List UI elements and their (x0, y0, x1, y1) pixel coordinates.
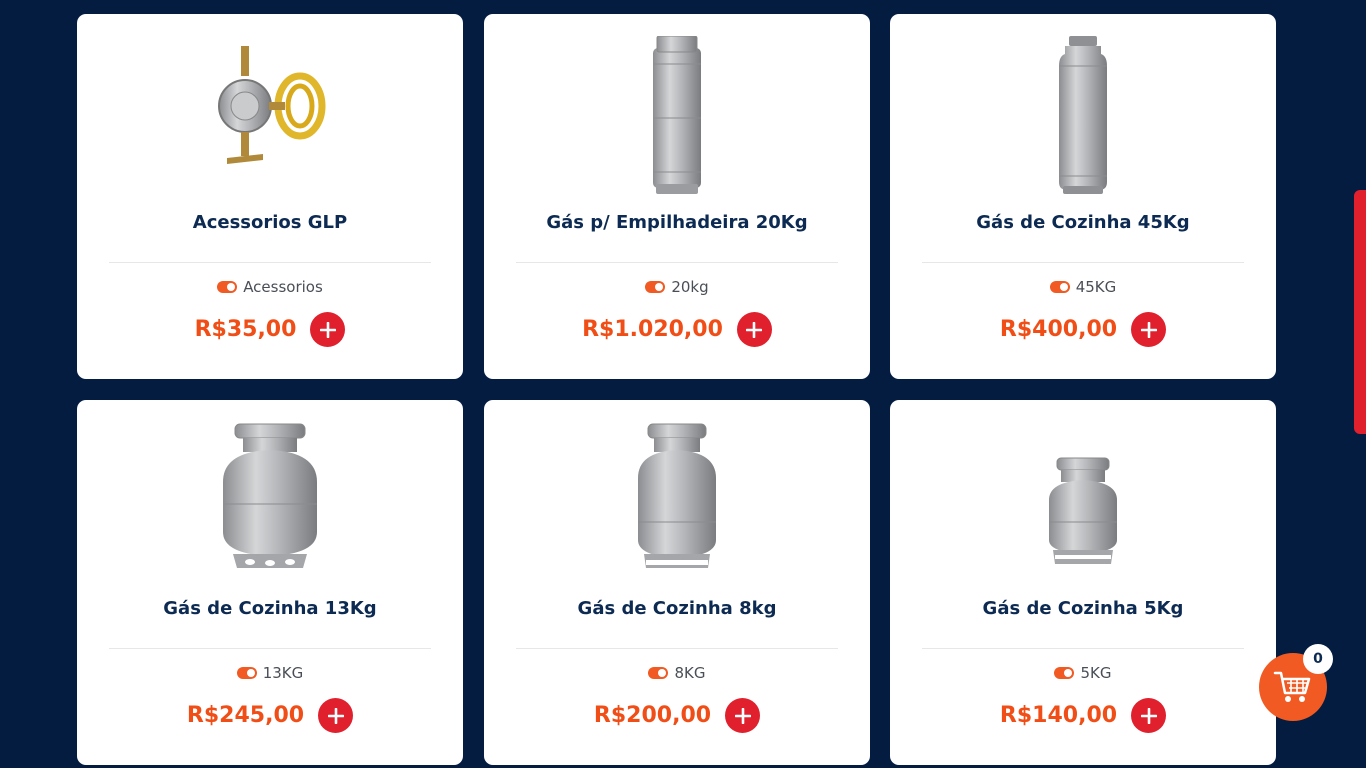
divider (516, 262, 838, 263)
add-to-cart-button[interactable] (310, 312, 346, 347)
product-title: Gás de Cozinha 45Kg (976, 212, 1190, 233)
add-to-cart-button[interactable] (725, 698, 761, 733)
product-category: 8KG (484, 664, 870, 682)
toggle-icon (1054, 667, 1075, 679)
divider (109, 648, 431, 649)
add-to-cart-button[interactable] (736, 312, 772, 347)
toggle-icon (1049, 281, 1070, 293)
product-card[interactable]: Gás de Cozinha 45Kg 45KG R$400,00 (890, 14, 1276, 379)
product-image (484, 422, 870, 592)
product-title: Gás de Cozinha 8kg (577, 598, 777, 619)
product-title: Gás de Cozinha 13Kg (163, 598, 377, 619)
product-card[interactable]: Gás de Cozinha 8kg 8KG R$200,00 (484, 400, 870, 765)
add-to-cart-button[interactable] (1131, 698, 1167, 733)
toggle-icon (645, 281, 666, 293)
product-card[interactable]: Gás p/ Empilhadeira 20Kg 20kg R$1.020,00 (484, 14, 870, 379)
product-image (77, 36, 463, 206)
category-label: 13KG (262, 664, 304, 682)
product-grid: Acessorios GLP Acessorios R$35,00 Gás p/ (0, 0, 1366, 768)
plus-icon (734, 707, 751, 724)
toggle-icon (236, 667, 257, 679)
cart-count-badge: 0 (1303, 644, 1333, 674)
cylinder-13kg-icon (223, 423, 317, 568)
price-row: R$140,00 (890, 698, 1276, 733)
plus-icon (1140, 321, 1157, 338)
product-image (890, 422, 1276, 592)
divider (922, 262, 1244, 263)
gas-regulator-hose-icon (218, 46, 326, 164)
divider (109, 262, 431, 263)
shopping-cart-icon (1273, 671, 1311, 702)
plus-icon (319, 321, 336, 338)
price-row: R$35,00 (77, 312, 463, 347)
product-category: 45KG (890, 278, 1276, 296)
plus-icon (1140, 707, 1157, 724)
product-price: R$140,00 (999, 703, 1118, 728)
cylinder-8kg-icon (638, 423, 716, 568)
product-card[interactable]: Gás de Cozinha 5Kg 5KG R$140,00 (890, 400, 1276, 765)
product-image (484, 36, 870, 206)
plus-icon (327, 707, 344, 724)
product-image (77, 422, 463, 592)
product-category: 20kg (484, 278, 870, 296)
forklift-cylinder-icon (653, 36, 701, 194)
scrollbar[interactable] (1354, 0, 1366, 768)
add-to-cart-button[interactable] (318, 698, 354, 733)
product-title: Acessorios GLP (192, 212, 348, 233)
product-title: Gás p/ Empilhadeira 20Kg (546, 212, 808, 233)
product-price: R$1.020,00 (582, 317, 723, 342)
product-category: 5KG (890, 664, 1276, 682)
toggle-icon (217, 281, 238, 293)
product-title: Gás de Cozinha 5Kg (982, 598, 1184, 619)
category-label: 20kg (671, 278, 709, 296)
product-image (890, 36, 1276, 206)
product-price: R$400,00 (999, 317, 1118, 342)
product-price: R$200,00 (593, 703, 712, 728)
scrollbar-thumb[interactable] (1354, 190, 1366, 434)
category-label: 45KG (1075, 278, 1117, 296)
category-label: Acessorios (243, 278, 323, 296)
price-row: R$200,00 (484, 698, 870, 733)
add-to-cart-button[interactable] (1131, 312, 1167, 347)
product-category: Acessorios (77, 278, 463, 296)
product-price: R$245,00 (186, 703, 305, 728)
toggle-icon (648, 667, 669, 679)
divider (922, 648, 1244, 649)
category-label: 5KG (1080, 664, 1112, 682)
plus-icon (746, 321, 763, 338)
tall-cylinder-icon (1059, 36, 1107, 194)
product-card[interactable]: Acessorios GLP Acessorios R$35,00 (77, 14, 463, 379)
price-row: R$1.020,00 (484, 312, 870, 347)
divider (516, 648, 838, 649)
price-row: R$400,00 (890, 312, 1276, 347)
price-row: R$245,00 (77, 698, 463, 733)
product-price: R$35,00 (194, 317, 297, 342)
product-card[interactable]: Gás de Cozinha 13Kg 13KG R$245,00 (77, 400, 463, 765)
category-label: 8KG (674, 664, 706, 682)
cylinder-5kg-icon (1049, 457, 1117, 564)
product-category: 13KG (77, 664, 463, 682)
